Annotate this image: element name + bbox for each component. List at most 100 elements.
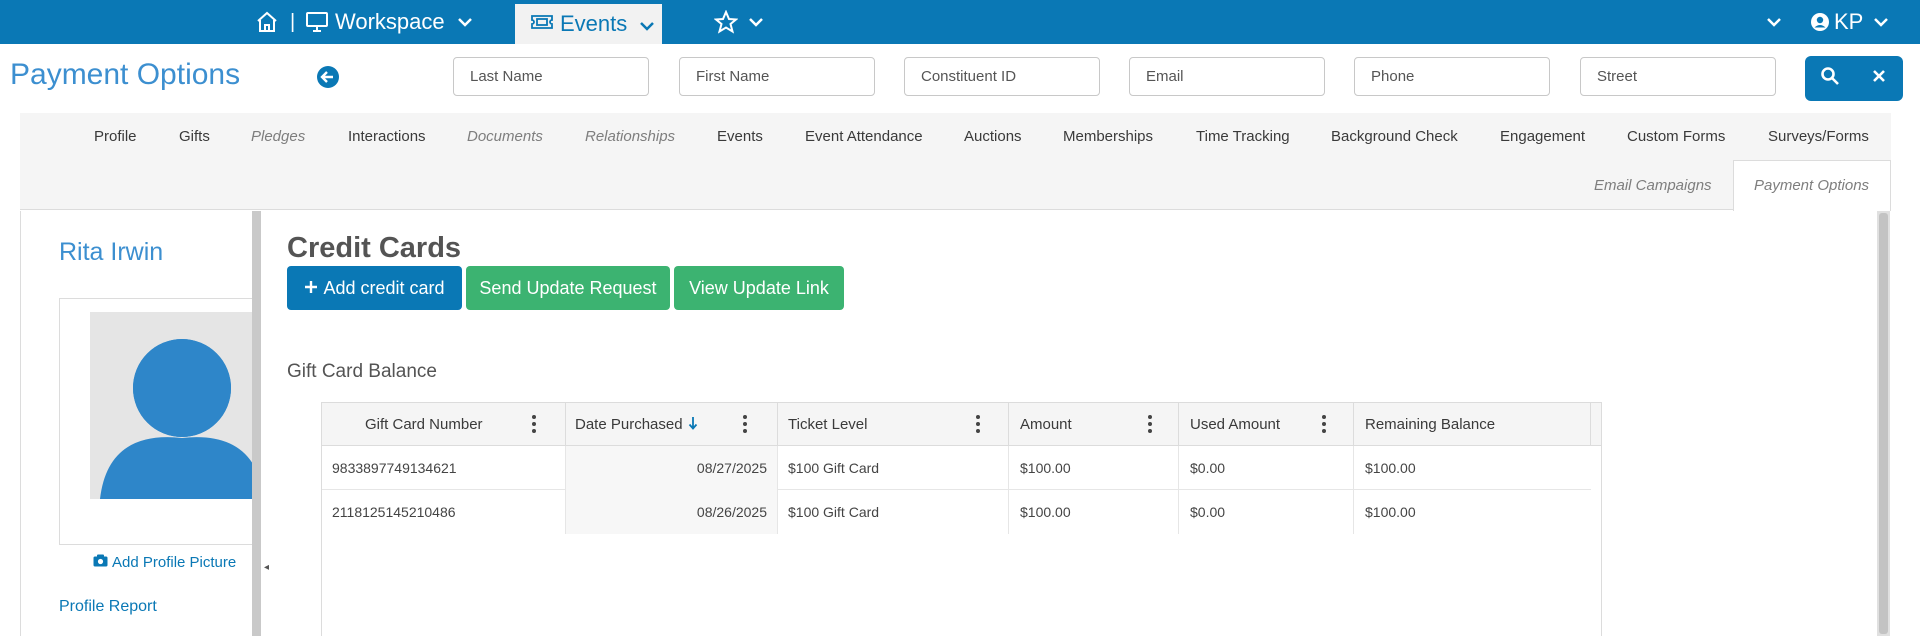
table-row[interactable]: 9833897749134621 08/27/2025 $100 Gift Ca… [322, 446, 1591, 490]
tab-time-tracking[interactable]: Time Tracking [1196, 128, 1290, 145]
chevron-down-icon [1873, 17, 1889, 27]
favorites-menu[interactable] [714, 0, 764, 44]
plus-icon [304, 278, 318, 299]
constituent-id-search-field[interactable] [904, 57, 1100, 96]
cell-ticket-level: $100 Gift Card [778, 446, 1009, 490]
column-label: Remaining Balance [1365, 416, 1496, 433]
cell-used-amount: $0.00 [1179, 490, 1354, 534]
avatar-frame [59, 298, 253, 545]
cell-amount: $100.00 [1009, 446, 1179, 490]
tab-gifts[interactable]: Gifts [179, 128, 210, 145]
column-header-date-purchased[interactable]: Date Purchased [566, 403, 778, 446]
collapse-sidebar-icon[interactable]: ◂ [264, 562, 269, 573]
search-icon [1820, 66, 1840, 91]
tab-payment-options[interactable]: Payment Options [1754, 177, 1869, 194]
add-credit-card-button[interactable]: Add credit card [287, 266, 462, 310]
tab-profile[interactable]: Profile [94, 128, 137, 145]
cell-gift-card-number: 2118125145210486 [322, 490, 566, 534]
cell-amount: $100.00 [1009, 490, 1179, 534]
search-button[interactable] [1805, 56, 1854, 101]
last-name-search-field[interactable] [453, 57, 649, 96]
email-search-field[interactable] [1129, 57, 1325, 96]
tab-engagement[interactable]: Engagement [1500, 128, 1585, 145]
tab-memberships[interactable]: Memberships [1063, 128, 1153, 145]
section-title: Credit Cards [287, 232, 462, 264]
cell-ticket-level: $100 Gift Card [778, 490, 1009, 534]
column-label: Used Amount [1190, 416, 1281, 433]
phone-search-field[interactable] [1354, 57, 1550, 96]
cell-remaining-balance: $100.00 [1365, 460, 1416, 476]
constituent-name[interactable]: Rita Irwin [59, 238, 163, 267]
tab-interactions[interactable]: Interactions [348, 128, 426, 145]
column-label: Date Purchased [575, 416, 683, 433]
column-label: Ticket Level [788, 416, 868, 433]
workspace-menu[interactable]: Workspace [305, 0, 473, 44]
first-name-input[interactable] [696, 68, 874, 85]
chevron-down-icon [639, 11, 655, 37]
tab-background-check[interactable]: Background Check [1331, 128, 1458, 145]
camera-icon [93, 554, 108, 571]
events-menu[interactable]: Events [515, 4, 662, 44]
chevron-down-icon [457, 17, 473, 27]
tab-event-attendance[interactable]: Event Attendance [805, 128, 923, 145]
cell-used-amount: $0.00 [1179, 446, 1354, 490]
user-circle-icon [1810, 12, 1830, 32]
cell-gift-card-number: 9833897749134621 [322, 446, 566, 490]
constituent-id-input[interactable] [921, 68, 1099, 85]
column-header-ticket-level[interactable]: Ticket Level [778, 403, 1009, 446]
tab-custom-forms[interactable]: Custom Forms [1627, 128, 1725, 145]
sort-descending-icon [688, 416, 698, 434]
column-header-gift-card-number[interactable]: Gift Card Number [322, 403, 566, 446]
tab-relationships[interactable]: Relationships [585, 128, 675, 145]
column-menu-icon[interactable] [532, 415, 536, 433]
scrollbar-thumb[interactable] [1879, 213, 1888, 634]
tab-surveys-forms[interactable]: Surveys/Forms [1768, 128, 1869, 145]
star-icon [714, 10, 738, 34]
monitor-icon [305, 11, 329, 33]
grid-header-row: Gift Card Number Date Purchased Ticket L… [322, 403, 1601, 446]
gift-card-balance-heading: Gift Card Balance [287, 361, 437, 382]
tab-events[interactable]: Events [717, 128, 763, 145]
tab-auctions[interactable]: Auctions [964, 128, 1022, 145]
street-input[interactable] [1597, 68, 1775, 85]
column-label: Amount [1020, 416, 1072, 433]
search-actions [1805, 56, 1903, 101]
gift-card-grid: Gift Card Number Date Purchased Ticket L… [321, 402, 1602, 636]
street-search-field[interactable] [1580, 57, 1776, 96]
send-update-request-button[interactable]: Send Update Request [466, 266, 670, 310]
tab-pledges[interactable]: Pledges [251, 128, 305, 145]
last-name-input[interactable] [470, 68, 648, 85]
tab-email-campaigns[interactable]: Email Campaigns [1594, 177, 1712, 194]
add-credit-card-label: Add credit card [323, 277, 445, 298]
view-update-link-button[interactable]: View Update Link [674, 266, 844, 310]
add-profile-picture-label: Add Profile Picture [112, 554, 237, 571]
column-menu-icon[interactable] [743, 415, 747, 433]
cell-date-purchased: 08/27/2025 [566, 446, 778, 490]
profile-report-link[interactable]: Profile Report [59, 598, 157, 616]
column-menu-icon[interactable] [1322, 415, 1326, 433]
table-row[interactable]: 2118125145210486 08/26/2025 $100 Gift Ca… [322, 490, 1591, 534]
tab-documents[interactable]: Documents [467, 128, 543, 145]
phone-input[interactable] [1371, 68, 1549, 85]
cell-remaining-balance: $100.00 [1365, 504, 1416, 520]
content-scrollbar[interactable] [1877, 211, 1890, 636]
column-header-used-amount[interactable]: Used Amount [1179, 403, 1354, 446]
column-menu-icon[interactable] [976, 415, 980, 433]
sidebar-splitter[interactable] [252, 211, 261, 636]
column-header-remaining-balance[interactable]: Remaining Balance [1354, 403, 1591, 446]
clear-search-button[interactable] [1854, 56, 1903, 101]
column-label: Gift Card Number [365, 416, 483, 433]
back-arrow-icon[interactable] [317, 66, 339, 88]
ticket-icon [530, 11, 554, 37]
user-menu[interactable]: KP [1810, 0, 1889, 44]
home-icon[interactable] [255, 0, 279, 44]
more-menu-chevron-icon[interactable] [1766, 0, 1782, 44]
column-menu-icon[interactable] [1148, 415, 1152, 433]
column-header-amount[interactable]: Amount [1009, 403, 1179, 446]
email-input[interactable] [1146, 68, 1324, 85]
add-profile-picture-link[interactable]: Add Profile Picture [93, 554, 236, 571]
first-name-search-field[interactable] [679, 57, 875, 96]
workspace-label: Workspace [335, 9, 445, 34]
top-navigation-bar: | Workspace Events KP [0, 0, 1920, 44]
page-title: Payment Options [10, 58, 241, 91]
